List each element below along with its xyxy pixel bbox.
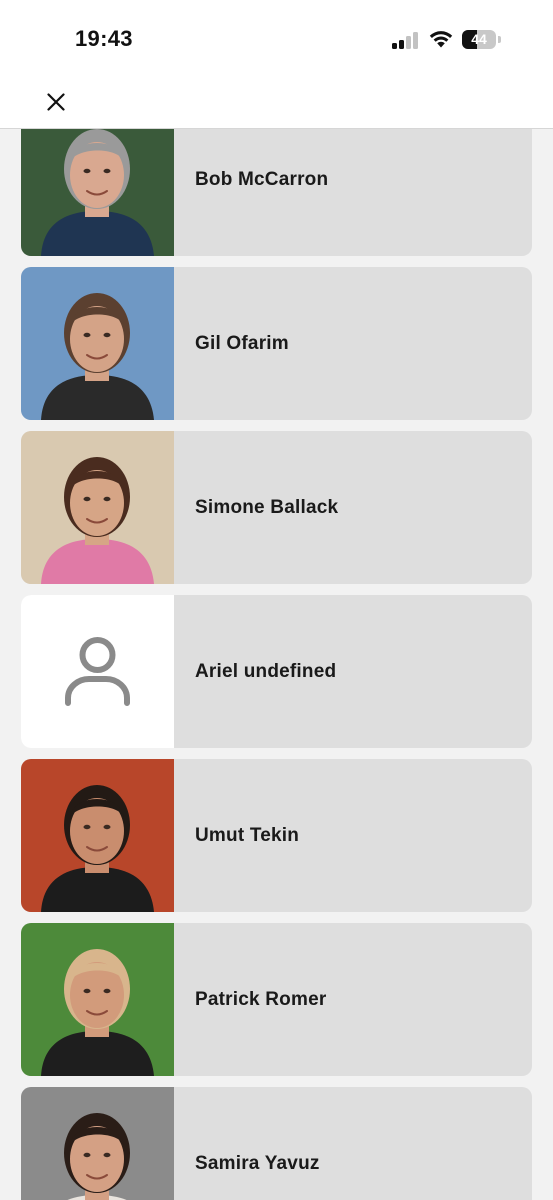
avatar-placeholder-icon [21, 595, 174, 748]
contestant-card[interactable]: Ariel undefined [21, 595, 532, 748]
contestant-card[interactable]: Umut Tekin [21, 759, 532, 912]
contestant-photo [21, 267, 174, 420]
contestant-name: Samira Yavuz [195, 1152, 320, 1174]
contestant-name: Simone Ballack [195, 496, 339, 518]
contestant-card[interactable]: Gil Ofarim [21, 267, 532, 420]
battery-icon: 44 [462, 30, 496, 49]
contestant-photo [21, 431, 174, 584]
contestant-card[interactable]: Patrick Romer [21, 923, 532, 1076]
contestant-photo [21, 129, 174, 256]
contestant-name: Patrick Romer [195, 988, 327, 1010]
contestant-photo [21, 923, 174, 1076]
contestant-card[interactable]: Simone Ballack [21, 431, 532, 584]
contestant-name: Bob McCarron [195, 168, 329, 190]
status-bar: 19:43 44 [0, 0, 553, 80]
contestant-card[interactable]: Bob McCarron [21, 129, 532, 256]
contestant-photo [21, 1087, 174, 1200]
contestant-name: Gil Ofarim [195, 332, 289, 354]
contestant-photo [21, 759, 174, 912]
cellular-signal-icon [392, 31, 420, 49]
close-icon [47, 93, 65, 111]
status-time: 19:43 [75, 26, 133, 51]
battery-level: 44 [471, 31, 487, 47]
close-button[interactable] [38, 84, 74, 120]
modal-header [0, 80, 553, 129]
contestant-list[interactable]: Bob McCarron Gil Ofarim Simone Ballack A… [0, 129, 553, 1200]
contestant-name: Umut Tekin [195, 824, 300, 846]
battery-nub [498, 36, 501, 43]
contestant-name: Ariel undefined [195, 660, 337, 682]
contestant-card[interactable]: Samira Yavuz [21, 1087, 532, 1200]
contestant-list-inner: Bob McCarron Gil Ofarim Simone Ballack A… [21, 129, 532, 1200]
wifi-icon [429, 31, 453, 48]
